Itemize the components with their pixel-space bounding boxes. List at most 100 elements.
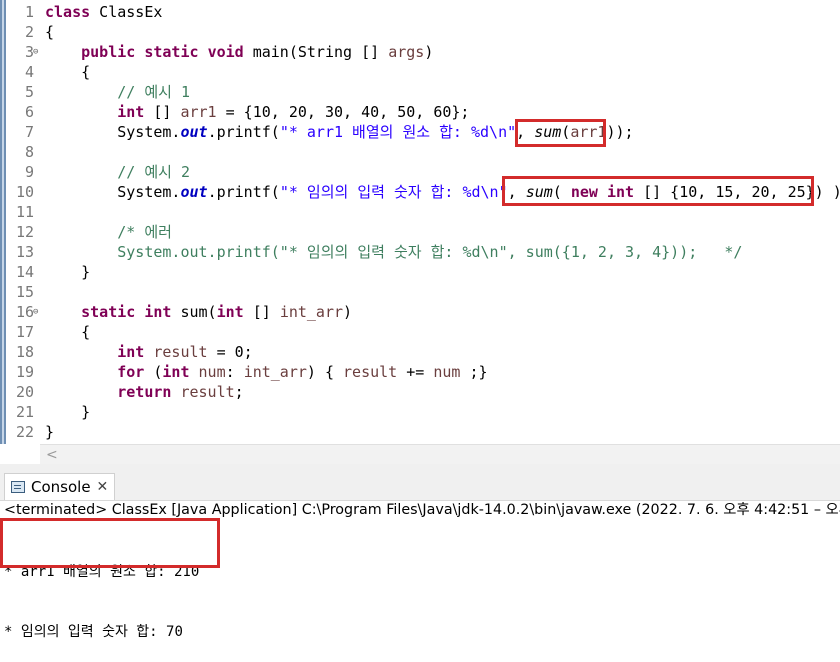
line-number: 5 <box>24 83 34 101</box>
line-number: 19 <box>15 363 34 381</box>
console-icon <box>11 481 25 493</box>
scroll-left-arrow-icon[interactable]: < <box>46 445 58 465</box>
code-line[interactable]: 5 // 예시 1 <box>0 82 840 102</box>
code-line[interactable]: 20 return result; <box>0 382 840 402</box>
code-token: )); <box>606 123 634 141</box>
line-number: 17 <box>15 323 34 341</box>
code-editor[interactable]: 1 class ClassEx 2{3 ⊖ public static void ma… <box>0 0 840 444</box>
code-line[interactable]: 19 for (int num: int_arr) { result += nu… <box>0 362 840 382</box>
code-token: int <box>117 103 145 121</box>
line-number: 9 <box>24 163 34 181</box>
line-number: 7 <box>24 123 34 141</box>
code-token: System.out.printf("* 임의의 입력 숫자 합: %d\n",… <box>117 243 743 261</box>
code-token: { <box>45 63 91 81</box>
code-token: static <box>81 303 136 321</box>
line-number: 20 <box>15 383 34 401</box>
code-text: return result; <box>45 382 243 402</box>
highlight-box-sum-new-int <box>502 176 814 206</box>
code-text: int [] arr1 = {10, 20, 30, 40, 50, 60}; <box>45 102 469 122</box>
horizontal-scrollbar[interactable]: < <box>40 444 840 466</box>
code-token: = {10, 20, 30, 40, 50, 60}; <box>216 103 470 121</box>
line-number: 16 <box>15 303 34 321</box>
console-panel-header: Console ✕ <box>0 464 840 501</box>
code-token: num <box>433 363 461 381</box>
code-text: int result = 0; <box>45 342 253 362</box>
code-token: { <box>45 23 55 41</box>
code-token: } <box>45 263 91 281</box>
code-token: } <box>45 423 55 441</box>
code-token: System. <box>45 183 181 201</box>
code-line[interactable]: 22} <box>0 422 840 442</box>
line-number: 10 <box>15 183 34 201</box>
code-line[interactable]: 6 int [] arr1 = {10, 20, 30, 40, 50, 60}… <box>0 102 840 122</box>
console-tab-label: Console <box>31 478 91 496</box>
code-token: .printf( <box>207 183 280 201</box>
code-line[interactable]: 2{ <box>0 22 840 42</box>
code-token: out <box>180 123 208 141</box>
code-text: static int sum(int [] int_arr) <box>45 302 352 322</box>
code-line[interactable]: 16 ⊖ static int sum(int [] int_arr) <box>0 302 840 322</box>
code-token: "* arr1 배열의 원소 합: %d\n" <box>279 123 517 141</box>
code-text: class ClassEx <box>45 2 162 22</box>
line-number: 2 <box>24 23 34 41</box>
line-number: 13 <box>15 243 34 261</box>
code-line[interactable]: 13 System.out.printf("* 임의의 입력 숫자 합: %d\… <box>0 242 840 262</box>
code-text: public static void main(String [] args) <box>45 42 433 62</box>
highlight-box-sum-arr1 <box>515 119 606 147</box>
console-tab[interactable]: Console ✕ <box>4 473 116 500</box>
code-token: num <box>198 363 226 381</box>
code-line[interactable]: 3 ⊖ public static void main(String [] arg… <box>0 42 840 62</box>
code-line[interactable]: 17 { <box>0 322 840 342</box>
code-text: { <box>45 62 90 82</box>
code-line[interactable]: 7 System.out.printf("* arr1 배열의 원소 합: %d… <box>0 122 840 142</box>
line-number: 15 <box>15 283 34 301</box>
code-line[interactable]: 12 /* 에러 <box>0 222 840 242</box>
code-text: { <box>45 322 90 342</box>
line-number: 21 <box>15 403 34 421</box>
code-line[interactable]: 14 } <box>0 262 840 282</box>
code-token: int_arr <box>243 363 307 381</box>
code-line[interactable]: 4 { <box>0 62 840 82</box>
code-token: ) <box>343 303 353 321</box>
line-number: 14 <box>15 263 34 281</box>
close-icon[interactable]: ✕ <box>97 479 109 495</box>
code-line[interactable]: 18 int result = 0; <box>0 342 840 362</box>
code-token: args <box>388 43 425 61</box>
line-number: 1 <box>24 3 34 21</box>
fold-toggle-icon[interactable]: ⊖ <box>33 42 43 62</box>
code-line[interactable]: 1 class ClassEx <box>0 2 840 22</box>
code-token: result <box>180 383 235 401</box>
code-line[interactable]: 21 } <box>0 402 840 422</box>
code-line[interactable]: 15 <box>0 282 840 302</box>
code-token: ( <box>144 363 163 381</box>
code-token: : <box>225 363 244 381</box>
code-token: int <box>162 363 190 381</box>
code-token: ) <box>424 43 434 61</box>
fold-toggle-icon[interactable]: ⊖ <box>33 302 43 322</box>
line-number: 22 <box>15 423 34 441</box>
code-text: System.out.printf("* 임의의 입력 숫자 합: %d\n",… <box>45 242 742 262</box>
code-token: int <box>216 303 244 321</box>
console-status: <terminated> ClassEx [Java Application] … <box>4 502 840 518</box>
code-token: } <box>45 403 91 421</box>
code-token: += <box>397 363 434 381</box>
line-number: 6 <box>24 103 34 121</box>
code-text: { <box>45 22 54 42</box>
code-token: sum( <box>171 303 217 321</box>
code-token: = 0; <box>207 343 253 361</box>
code-line[interactable]: 8 <box>0 142 840 162</box>
code-token: .printf( <box>207 123 280 141</box>
code-token: class <box>45 3 91 21</box>
highlight-box-console-output <box>0 518 220 568</box>
line-number: 11 <box>15 203 34 221</box>
code-token: arr1 <box>180 103 217 121</box>
